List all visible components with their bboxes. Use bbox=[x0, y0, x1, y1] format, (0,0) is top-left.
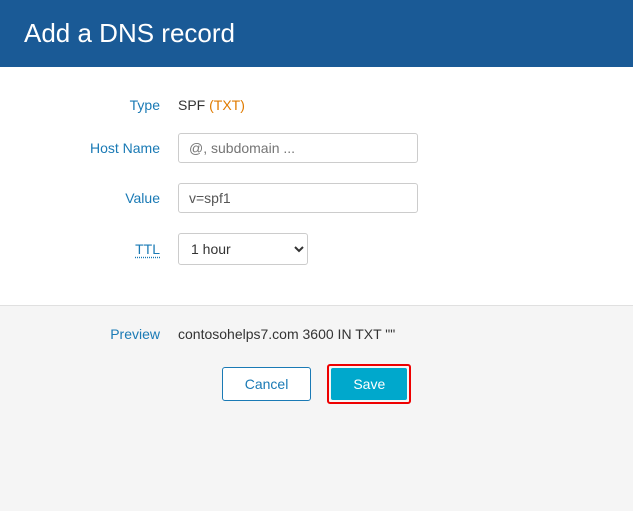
form-content: Type SPF (TXT) Host Name Value TTL 1 hou… bbox=[0, 67, 633, 306]
save-button-wrapper: Save bbox=[327, 364, 411, 404]
type-row: Type SPF (TXT) bbox=[0, 97, 633, 113]
ttl-label: TTL bbox=[60, 241, 160, 257]
buttons-row: Cancel Save bbox=[60, 364, 573, 404]
type-value: SPF (TXT) bbox=[178, 97, 245, 113]
hostname-label: Host Name bbox=[60, 140, 160, 156]
preview-row: Preview contosohelps7.com 3600 IN TXT "" bbox=[60, 326, 573, 342]
value-label: Value bbox=[60, 190, 160, 206]
save-button[interactable]: Save bbox=[331, 368, 407, 400]
page-header: Add a DNS record bbox=[0, 0, 633, 67]
preview-value: contosohelps7.com 3600 IN TXT "" bbox=[178, 326, 395, 342]
value-input[interactable] bbox=[178, 183, 418, 213]
ttl-select[interactable]: 1 hour 30 minutes 1 day bbox=[178, 233, 308, 265]
page-title: Add a DNS record bbox=[24, 18, 609, 49]
hostname-row: Host Name bbox=[0, 133, 633, 163]
value-row: Value bbox=[0, 183, 633, 213]
preview-label: Preview bbox=[60, 326, 160, 342]
footer-area: Preview contosohelps7.com 3600 IN TXT ""… bbox=[0, 306, 633, 424]
ttl-row: TTL 1 hour 30 minutes 1 day bbox=[0, 233, 633, 265]
cancel-button[interactable]: Cancel bbox=[222, 367, 312, 401]
type-txt-text: (TXT) bbox=[209, 97, 245, 113]
type-label: Type bbox=[60, 97, 160, 113]
type-spf-text: SPF bbox=[178, 97, 209, 113]
hostname-input[interactable] bbox=[178, 133, 418, 163]
